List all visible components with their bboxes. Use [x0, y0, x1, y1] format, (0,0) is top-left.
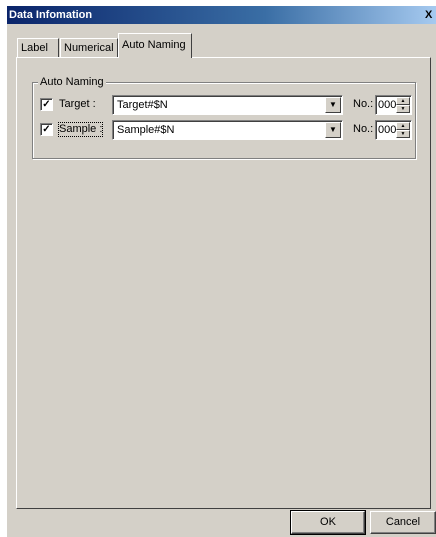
spin-up-icon[interactable]: ▲ [396, 122, 410, 130]
tab-page-auto-naming: Auto Naming ✓ Target : Target#$N ▼ No.: … [16, 57, 431, 509]
spin-up-icon[interactable]: ▲ [396, 97, 410, 105]
spinner-buttons: ▲ ▼ [396, 97, 410, 113]
title-bar: Data Infomation X [7, 6, 436, 24]
sample-naming-value: Sample#$N [117, 124, 175, 136]
spinner-buttons: ▲ ▼ [396, 122, 410, 138]
ok-button[interactable]: OK [290, 510, 366, 535]
close-icon[interactable]: X [425, 8, 436, 22]
target-naming-combo[interactable]: Target#$N ▼ [112, 95, 343, 115]
auto-naming-group: Auto Naming ✓ Target : Target#$N ▼ No.: … [32, 76, 416, 159]
dialog-window: Data Infomation X Label Numerical Auto N… [6, 6, 436, 537]
sample-naming-combo[interactable]: Sample#$N ▼ [112, 120, 343, 140]
target-naming-value: Target#$N [117, 99, 168, 111]
chevron-down-icon[interactable]: ▼ [325, 122, 341, 138]
spin-down-icon[interactable]: ▼ [396, 130, 410, 138]
target-label[interactable]: Target : [59, 98, 96, 111]
sample-checkbox[interactable]: ✓ [40, 123, 53, 136]
group-title: Auto Naming [38, 76, 106, 89]
window-title: Data Infomation [9, 9, 93, 21]
spin-down-icon[interactable]: ▼ [396, 105, 410, 113]
sample-row: ✓ Sample : Sample#$N ▼ No.: 000 ▲ ▼ [40, 119, 414, 140]
target-no-spinner[interactable]: 000 ▲ ▼ [375, 95, 412, 115]
target-checkbox[interactable]: ✓ [40, 98, 53, 111]
tab-label[interactable]: Label [17, 38, 59, 58]
target-no-value[interactable]: 000 [378, 98, 396, 112]
target-no-label: No.: [353, 98, 374, 110]
target-row: ✓ Target : Target#$N ▼ No.: 000 ▲ ▼ [40, 94, 414, 115]
cancel-button[interactable]: Cancel [370, 511, 436, 534]
sample-no-spinner[interactable]: 000 ▲ ▼ [375, 120, 412, 140]
tab-numerical[interactable]: Numerical [60, 38, 118, 58]
sample-no-value[interactable]: 000 [378, 123, 396, 137]
chevron-down-icon[interactable]: ▼ [325, 97, 341, 113]
sample-no-label: No.: [353, 123, 374, 135]
sample-label[interactable]: Sample : [57, 122, 104, 137]
tab-auto-naming[interactable]: Auto Naming [118, 33, 192, 58]
